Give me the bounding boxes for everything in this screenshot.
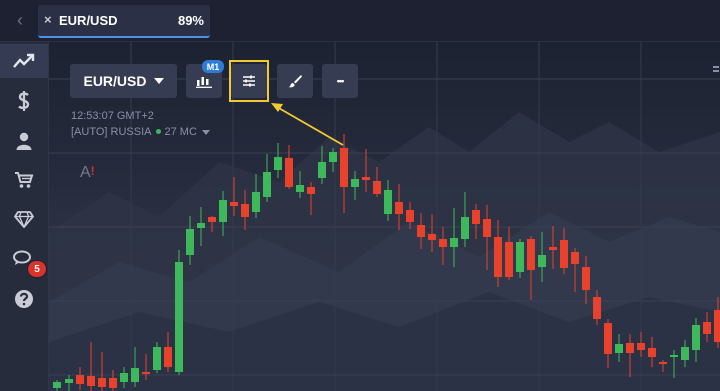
candlestick-icon — [196, 77, 212, 88]
candle-down — [571, 252, 579, 264]
candle-down — [362, 177, 370, 180]
candle-down — [505, 242, 513, 277]
timeframe-badge[interactable]: M1 — [202, 60, 224, 73]
candle-up — [153, 347, 161, 370]
cart-icon — [15, 172, 34, 188]
trading-chart[interactable]: EUR/USD M1 ••• 12:53:07 GMT+2 [AUTO] RUS… — [49, 42, 720, 391]
candle-up — [516, 242, 524, 272]
candle-up — [219, 200, 227, 222]
candle-down — [527, 239, 535, 270]
back-arrow-icon[interactable]: ‹ — [8, 10, 32, 30]
more-dots-icon: ••• — [336, 76, 345, 86]
candle-down — [439, 239, 447, 247]
candle-up — [670, 355, 678, 357]
ping-value: 27 MC — [164, 126, 197, 138]
candle-up — [65, 379, 73, 383]
top-bar: ‹ × EUR/USD 89% — [0, 0, 720, 42]
candle-down — [483, 219, 491, 237]
sidebar-item-finance[interactable] — [4, 84, 44, 118]
candle-up — [252, 192, 260, 212]
collapse-icon[interactable] — [713, 66, 719, 74]
candle-down — [285, 158, 293, 187]
candle-up — [263, 172, 271, 197]
candle-down — [142, 372, 150, 374]
candle-down — [406, 210, 414, 222]
candle-up — [692, 325, 700, 350]
candle-down — [428, 234, 436, 240]
candle-down — [109, 378, 117, 388]
candle-down — [307, 187, 315, 194]
alerts-button[interactable]: A! — [80, 164, 95, 182]
sidebar-item-achievements[interactable] — [4, 202, 44, 236]
sidebar-item-chart[interactable] — [0, 44, 48, 78]
candle-down — [494, 237, 502, 277]
candle-up — [384, 190, 392, 214]
candle-up — [186, 229, 194, 255]
candle-up — [318, 162, 326, 178]
alerts-label: A — [80, 164, 91, 181]
candle-down — [472, 210, 480, 224]
chat-unread-badge: 5 — [27, 260, 47, 278]
candle-up — [681, 347, 689, 360]
candle-down — [703, 322, 711, 334]
candle-down — [659, 362, 667, 364]
server-info[interactable]: [AUTO] RUSSIA 27 MC — [71, 126, 210, 138]
candle-down — [637, 343, 645, 350]
candle-up — [197, 223, 205, 228]
asset-selector-button[interactable]: EUR/USD — [70, 64, 177, 98]
sidebar-item-market[interactable] — [4, 163, 44, 197]
candle-down — [604, 323, 612, 354]
indicators-highlight-box — [229, 60, 269, 102]
sidebar-item-profile[interactable] — [4, 124, 44, 158]
candle-down — [582, 267, 590, 290]
candle-down — [626, 343, 634, 353]
diamond-icon — [14, 210, 34, 228]
status-dot-icon — [156, 129, 162, 135]
candle-up — [615, 344, 623, 353]
candle-up — [351, 179, 359, 187]
candle-down — [560, 240, 568, 268]
asset-name: EUR/USD — [59, 13, 118, 28]
user-icon — [16, 132, 32, 150]
trending-chart-icon — [13, 53, 35, 68]
asset-tab[interactable]: × EUR/USD 89% — [38, 5, 210, 38]
candle-down — [87, 376, 95, 386]
sidebar-item-chat[interactable]: 5 — [4, 242, 47, 278]
candle-up — [175, 262, 183, 372]
candle-up — [53, 382, 61, 388]
dollar-icon — [18, 91, 30, 111]
candle-down — [230, 202, 238, 206]
candle-down — [648, 348, 656, 357]
chevron-down-icon — [153, 78, 164, 84]
candle-down — [549, 247, 557, 250]
server-name: [AUTO] RUSSIA — [71, 126, 152, 138]
chevron-down-icon — [201, 129, 210, 135]
candle-down — [593, 297, 601, 319]
sidebar: 5 — [0, 42, 49, 391]
close-icon[interactable]: × — [44, 12, 52, 27]
pointer-arrow — [271, 103, 344, 146]
candle-down — [373, 181, 381, 194]
asset-selector-label: EUR/USD — [83, 73, 147, 89]
candle-up — [538, 255, 546, 267]
candle-up — [296, 185, 304, 192]
alert-exclamation-icon: ! — [90, 164, 95, 178]
candle-down — [164, 347, 172, 367]
help-icon — [15, 290, 33, 308]
candle-down — [76, 375, 84, 384]
candle-down — [395, 202, 403, 214]
server-time: 12:53:07 GMT+2 — [71, 110, 154, 122]
candle-up — [450, 238, 458, 247]
candle-down — [417, 225, 425, 237]
sidebar-item-help[interactable] — [4, 282, 44, 316]
candle-up — [131, 368, 139, 382]
candle-down — [714, 310, 720, 342]
candle-up — [120, 373, 128, 382]
brush-icon — [288, 75, 302, 88]
candle-down — [98, 378, 106, 387]
candle-up — [461, 217, 469, 239]
payout-percent: 89% — [177, 13, 204, 28]
candle-down — [241, 204, 249, 217]
candle-down — [208, 217, 216, 222]
